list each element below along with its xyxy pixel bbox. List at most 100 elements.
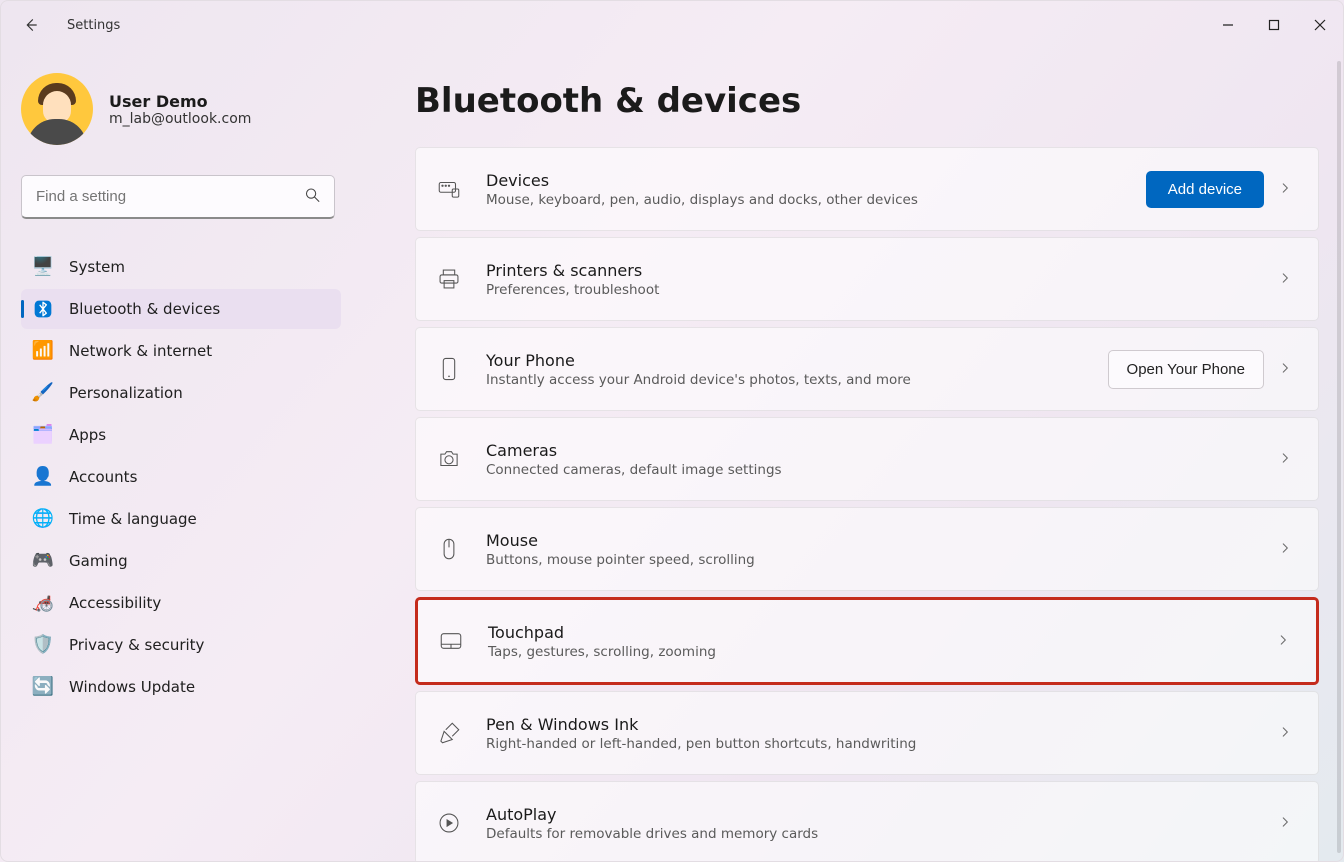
sidebar-icon: 🔄 (33, 677, 53, 697)
card-action-area (1278, 724, 1298, 743)
sidebar-label: Privacy & security (69, 636, 204, 654)
sidebar-item-system[interactable]: 🖥️ System (21, 247, 341, 287)
card-mouse[interactable]: Mouse Buttons, mouse pointer speed, scrol… (415, 507, 1319, 591)
card-list: Devices Mouse, keyboard, pen, audio, disp… (415, 147, 1319, 861)
card-title: Cameras (486, 441, 1254, 460)
card-action-yourphone[interactable]: Open Your Phone (1108, 350, 1264, 389)
profile-name: User Demo (109, 92, 251, 111)
card-subtitle: Right-handed or left-handed, pen button … (486, 736, 1254, 752)
sidebar-icon: 🌐 (33, 509, 53, 529)
window-controls (1205, 9, 1343, 41)
sidebar-item-apps[interactable]: 🗂️ Apps (21, 415, 341, 455)
chevron-right-icon (1278, 814, 1298, 833)
card-title: Pen & Windows Ink (486, 715, 1254, 734)
sidebar-item-accounts[interactable]: 👤Accounts (21, 457, 341, 497)
sidebar-label: Apps (69, 426, 106, 444)
yourphone-icon (436, 356, 462, 382)
sidebar-item-gaming[interactable]: 🎮 Gaming (21, 541, 341, 581)
maximize-button[interactable] (1251, 9, 1297, 41)
sidebar-label: Bluetooth & devices (69, 300, 220, 318)
sidebar-item-privacy-security[interactable]: 🛡️ Privacy & security (21, 625, 341, 665)
pen-icon (436, 720, 462, 746)
card-title: Devices (486, 171, 1122, 190)
card-text: AutoPlay Defaults for removable drives an… (486, 805, 1254, 842)
card-subtitle: Connected cameras, default image setting… (486, 462, 1254, 478)
card-title: Mouse (486, 531, 1254, 550)
card-action-devices[interactable]: Add device (1146, 171, 1264, 208)
profile-text: User Demo m_lab@outlook.com (109, 92, 251, 127)
sidebar-item-bluetooth-devices[interactable]: Bluetooth & devices (21, 289, 341, 329)
sidebar-icon: 🛡️ (33, 635, 53, 655)
sidebar-label: Accounts (69, 468, 137, 486)
minimize-button[interactable] (1205, 9, 1251, 41)
card-autoplay[interactable]: AutoPlay Defaults for removable drives an… (415, 781, 1319, 861)
card-devices[interactable]: Devices Mouse, keyboard, pen, audio, disp… (415, 147, 1319, 231)
minimize-icon (1222, 19, 1234, 31)
scrollbar[interactable] (1337, 61, 1341, 853)
card-action-area (1276, 632, 1296, 651)
autoplay-icon (436, 810, 462, 836)
touchpad-icon (438, 628, 464, 654)
card-action-area (1278, 270, 1298, 289)
search-icon (304, 187, 321, 208)
page-title: Bluetooth & devices (415, 81, 1319, 121)
sidebar: User Demo m_lab@outlook.com 🖥️ System Blue… (1, 49, 351, 861)
sidebar-label: Network & internet (69, 342, 212, 360)
sidebar-icon: 📶 (33, 341, 53, 361)
profile-block[interactable]: User Demo m_lab@outlook.com (21, 73, 341, 145)
sidebar-label: Gaming (69, 552, 128, 570)
sidebar-icon: 🗂️ (33, 425, 53, 445)
back-arrow-icon (22, 16, 40, 34)
card-title: AutoPlay (486, 805, 1254, 824)
card-cameras[interactable]: Cameras Connected cameras, default image … (415, 417, 1319, 501)
card-subtitle: Mouse, keyboard, pen, audio, displays an… (486, 192, 1122, 208)
sidebar-icon: 🖥️ (33, 257, 53, 277)
chevron-right-icon (1278, 360, 1298, 379)
card-text: Your PhoneInstantly access your Android … (486, 351, 1084, 388)
back-button[interactable] (15, 9, 47, 41)
sidebar-icon: 🖌️ (33, 383, 53, 403)
chevron-right-icon (1278, 180, 1298, 199)
card-text: TouchpadTaps, gestures, scrolling, zoomi… (488, 623, 1252, 660)
card-title: Printers & scanners (486, 261, 1254, 280)
close-button[interactable] (1297, 9, 1343, 41)
maximize-icon (1268, 19, 1280, 31)
search-input[interactable] (21, 175, 335, 219)
card-subtitle: Buttons, mouse pointer speed, scrolling (486, 552, 1254, 568)
card-action-area: Add device (1146, 171, 1298, 208)
sidebar-icon (33, 299, 53, 319)
main-pane: Bluetooth & devices Devices Mouse, keyboa… (351, 49, 1343, 861)
card-subtitle: Defaults for removable drives and memory… (486, 826, 1254, 842)
card-text: Mouse Buttons, mouse pointer speed, scrol… (486, 531, 1254, 568)
card-title: Touchpad (488, 623, 1252, 642)
sidebar-label: System (69, 258, 125, 276)
mouse-icon (436, 536, 462, 562)
card-subtitle: Preferences, troubleshoot (486, 282, 1254, 298)
sidebar-item-windows-update[interactable]: 🔄 Windows Update (21, 667, 341, 707)
card-action-area (1278, 450, 1298, 469)
sidebar-icon: 🎮 (33, 551, 53, 571)
card-touchpad[interactable]: TouchpadTaps, gestures, scrolling, zoomi… (415, 597, 1319, 685)
sidebar-item-personalization[interactable]: 🖌️ Personalization (21, 373, 341, 413)
card-printers[interactable]: Printers & scanners Preferences, troubles… (415, 237, 1319, 321)
window-frame: Settings User Demo m_lab@outlook.com (0, 0, 1344, 862)
printers-icon (436, 266, 462, 292)
sidebar-item-time-language[interactable]: 🌐Time & language (21, 499, 341, 539)
sidebar-item-network-internet[interactable]: 📶 Network & internet (21, 331, 341, 371)
sidebar-label: Personalization (69, 384, 183, 402)
card-text: Cameras Connected cameras, default image … (486, 441, 1254, 478)
content-body: User Demo m_lab@outlook.com 🖥️ System Blue… (1, 49, 1343, 861)
card-yourphone[interactable]: Your PhoneInstantly access your Android … (415, 327, 1319, 411)
sidebar-nav: 🖥️ System Bluetooth & devices 📶 Network & in… (21, 247, 341, 707)
sidebar-item-accessibility[interactable]: 🦽Accessibility (21, 583, 341, 623)
card-action-area: Open Your Phone (1108, 350, 1298, 389)
titlebar-left: Settings (15, 9, 120, 41)
card-action-area (1278, 814, 1298, 833)
sidebar-label: Windows Update (69, 678, 195, 696)
card-text: Pen & Windows Ink Right-handed or left-ha… (486, 715, 1254, 752)
sidebar-icon: 🦽 (33, 593, 53, 613)
card-pen[interactable]: Pen & Windows Ink Right-handed or left-ha… (415, 691, 1319, 775)
titlebar: Settings (1, 1, 1343, 49)
chevron-right-icon (1278, 540, 1298, 559)
card-title: Your Phone (486, 351, 1084, 370)
